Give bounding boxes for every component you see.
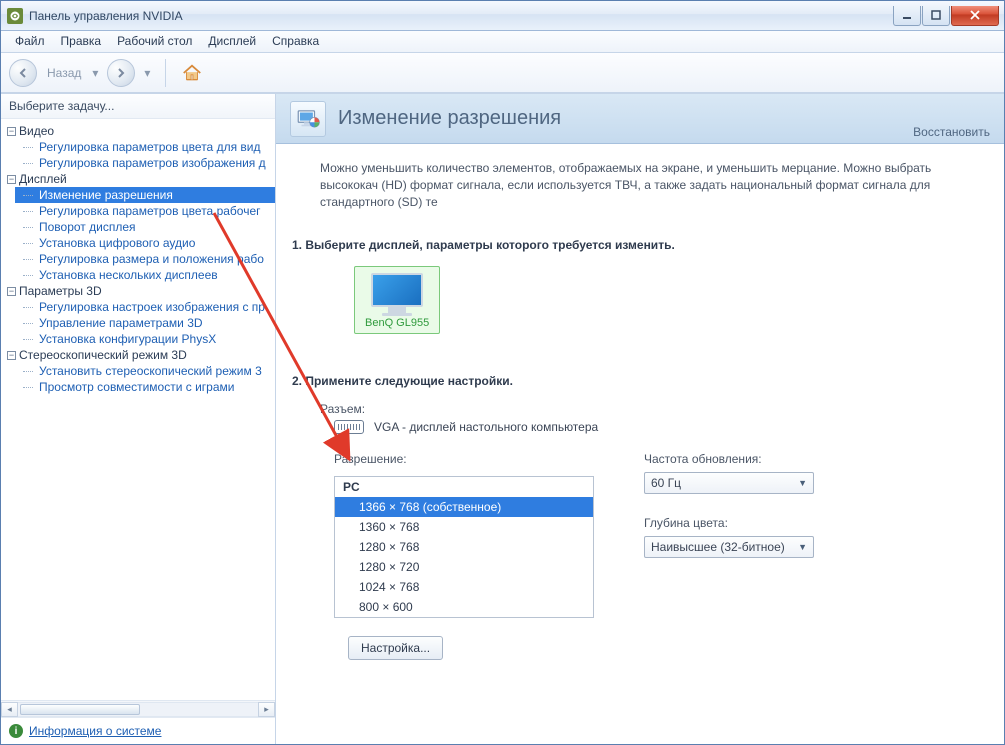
tree-item[interactable]: Изменение разрешения bbox=[15, 187, 275, 203]
tree-collapse-icon[interactable]: − bbox=[7, 351, 16, 360]
back-label: Назад bbox=[47, 66, 81, 80]
home-button[interactable] bbox=[178, 59, 206, 87]
tree-item[interactable]: Регулировка параметров цвета для вид bbox=[15, 139, 275, 155]
tree-group-label[interactable]: −Дисплей bbox=[1, 171, 275, 187]
window-buttons bbox=[892, 6, 999, 26]
sidebar-hscrollbar[interactable]: ◂ ▸ bbox=[1, 700, 275, 717]
tree-group-label[interactable]: −Видео bbox=[1, 123, 275, 139]
tree-collapse-icon[interactable]: − bbox=[7, 175, 16, 184]
resolution-label: Разрешение: bbox=[334, 452, 594, 466]
menu-edit[interactable]: Правка bbox=[53, 31, 110, 52]
menubar: Файл Правка Рабочий стол Дисплей Справка bbox=[1, 31, 1004, 53]
maximize-button[interactable] bbox=[922, 6, 950, 26]
forward-dropdown-icon[interactable]: ▾ bbox=[141, 59, 153, 87]
info-icon: i bbox=[9, 724, 23, 738]
resolution-item[interactable]: 1280 × 768 bbox=[335, 537, 593, 557]
hscroll-track[interactable] bbox=[18, 702, 258, 717]
refresh-label: Частота обновления: bbox=[644, 452, 814, 466]
depth-select[interactable]: Наивысшее (32-битное) ▼ bbox=[644, 536, 814, 558]
menu-display[interactable]: Дисплей bbox=[200, 31, 264, 52]
customize-button[interactable]: Настройка... bbox=[348, 636, 443, 660]
nav-toolbar: Назад ▾ ▾ bbox=[1, 53, 1004, 93]
tree-item[interactable]: Регулировка настроек изображения с пр bbox=[15, 299, 275, 315]
tree-item[interactable]: Регулировка параметров изображения д bbox=[15, 155, 275, 171]
tree-item[interactable]: Регулировка размера и положения рабо bbox=[15, 251, 275, 267]
tree-collapse-icon[interactable]: − bbox=[7, 127, 16, 136]
tree-item[interactable]: Поворот дисплея bbox=[15, 219, 275, 235]
dropdown-caret-icon: ▼ bbox=[798, 478, 807, 488]
menu-help[interactable]: Справка bbox=[264, 31, 327, 52]
menu-desktop[interactable]: Рабочий стол bbox=[109, 31, 200, 52]
tree-item[interactable]: Регулировка параметров цвета рабочег bbox=[15, 203, 275, 219]
app-window: Панель управления NVIDIA Файл Правка Раб… bbox=[0, 0, 1005, 745]
depth-value: Наивысшее (32-битное) bbox=[651, 540, 785, 554]
toolbar-separator bbox=[165, 59, 166, 87]
page-intro: Можно уменьшить количество элементов, от… bbox=[320, 160, 984, 210]
resolution-item[interactable]: 1366 × 768 (собственное) bbox=[335, 497, 593, 517]
close-button[interactable] bbox=[951, 6, 999, 26]
refresh-select[interactable]: 60 Гц ▼ bbox=[644, 472, 814, 494]
tree-item[interactable]: Установка цифрового аудио bbox=[15, 235, 275, 251]
tree-item[interactable]: Установить стереоскопический режим 3 bbox=[15, 363, 275, 379]
connector-value: VGA - дисплей настольного компьютера bbox=[374, 420, 598, 434]
restore-link[interactable]: Восстановить bbox=[913, 125, 990, 143]
hscroll-thumb[interactable] bbox=[20, 704, 140, 715]
sidebar-header: Выберите задачу... bbox=[1, 94, 275, 119]
minimize-button[interactable] bbox=[893, 6, 921, 26]
back-dropdown-icon[interactable]: ▾ bbox=[89, 59, 101, 87]
page-icon bbox=[290, 101, 326, 137]
depth-label: Глубина цвета: bbox=[644, 516, 814, 530]
refresh-value: 60 Гц bbox=[651, 476, 681, 490]
tree-group-text: Стереоскопический режим 3D bbox=[19, 348, 187, 362]
tree-group-text: Параметры 3D bbox=[19, 284, 102, 298]
tree-group-text: Видео bbox=[19, 124, 54, 138]
vga-icon bbox=[334, 420, 364, 434]
tree-item[interactable]: Установка нескольких дисплеев bbox=[15, 267, 275, 283]
tree-item[interactable]: Просмотр совместимости с играми bbox=[15, 379, 275, 395]
resolution-item[interactable]: 800 × 600 bbox=[335, 597, 593, 617]
hscroll-left-button[interactable]: ◂ bbox=[1, 702, 18, 717]
app-icon bbox=[7, 8, 23, 24]
back-button[interactable] bbox=[9, 59, 37, 87]
page-header: Изменение разрешения Восстановить bbox=[276, 94, 1004, 144]
system-info-link[interactable]: Информация о системе bbox=[29, 724, 161, 738]
content-area: Изменение разрешения Восстановить Можно … bbox=[276, 94, 1004, 744]
connector-label: Разъем: bbox=[320, 402, 984, 416]
sidebar-footer: i Информация о системе bbox=[1, 717, 275, 744]
sidebar: Выберите задачу... −ВидеоРегулировка пар… bbox=[1, 94, 276, 744]
resolution-item[interactable]: 1280 × 720 bbox=[335, 557, 593, 577]
step2-title: 2. Примените следующие настройки. bbox=[292, 374, 984, 388]
window-title: Панель управления NVIDIA bbox=[29, 9, 892, 23]
tree-group-label[interactable]: −Параметры 3D bbox=[1, 283, 275, 299]
workspace: Выберите задачу... −ВидеоРегулировка пар… bbox=[1, 93, 1004, 744]
tree-collapse-icon[interactable]: − bbox=[7, 287, 16, 296]
dropdown-caret-icon: ▼ bbox=[798, 542, 807, 552]
monitor-icon bbox=[371, 273, 423, 315]
forward-button[interactable] bbox=[107, 59, 135, 87]
display-name: BenQ GL955 bbox=[365, 317, 429, 329]
display-card[interactable]: BenQ GL955 bbox=[354, 266, 440, 334]
resolution-group-pc: PC bbox=[335, 477, 593, 497]
tree-item[interactable]: Установка конфигурации PhysX bbox=[15, 331, 275, 347]
menu-file[interactable]: Файл bbox=[7, 31, 53, 52]
tree-item[interactable]: Управление параметрами 3D bbox=[15, 315, 275, 331]
step1-title: 1. Выберите дисплей, параметры которого … bbox=[292, 238, 984, 252]
page-title: Изменение разрешения bbox=[338, 107, 901, 130]
resolution-item[interactable]: 1024 × 768 bbox=[335, 577, 593, 597]
hscroll-right-button[interactable]: ▸ bbox=[258, 702, 275, 717]
tree-group-label[interactable]: −Стереоскопический режим 3D bbox=[1, 347, 275, 363]
resolution-item[interactable]: 1360 × 768 bbox=[335, 517, 593, 537]
task-tree[interactable]: −ВидеоРегулировка параметров цвета для в… bbox=[1, 119, 275, 700]
page-body: Можно уменьшить количество элементов, от… bbox=[276, 144, 1004, 744]
tree-group-text: Дисплей bbox=[19, 172, 67, 186]
titlebar: Панель управления NVIDIA bbox=[1, 1, 1004, 31]
resolution-list[interactable]: PC 1366 × 768 (собственное)1360 × 768128… bbox=[334, 476, 594, 618]
